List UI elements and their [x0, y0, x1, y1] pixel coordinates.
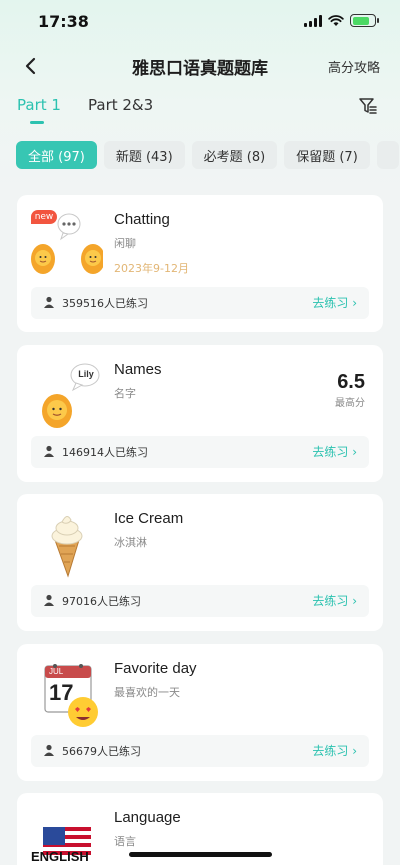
topic-title: Ice Cream [114, 510, 184, 527]
ice-cream-thumbnail-icon [51, 516, 83, 578]
practice-count-bar: 359516人已练习 去练习 › [31, 287, 369, 319]
topic-card-ice-cream[interactable]: Ice Cream 冰淇淋 97016人已练习 去练习 › [17, 494, 383, 631]
filter-icon[interactable] [358, 96, 378, 116]
practice-count: 97016人已练习 [62, 595, 141, 608]
chip-must-test[interactable]: 必考题 (8) [191, 141, 278, 169]
part-tabs: Part 1 Part 2&3 [0, 92, 400, 126]
go-practice-button[interactable]: 去练习 › [312, 294, 357, 311]
status-bar: 17:38 [0, 0, 400, 44]
topic-subtitle: 名字 [114, 387, 136, 400]
topic-subtitle: 闲聊 [114, 237, 136, 250]
practice-count-bar: 146914人已练习 去练习 › [31, 436, 369, 468]
topic-card-chatting[interactable]: new Chatting 闲聊 2023年9-12月 359516人已练习 去练… [17, 195, 383, 332]
chip-more[interactable] [376, 141, 399, 169]
topic-card-favorite-day[interactable]: JUL 17 Favorite day 最喜欢的一天 56679人已练习 去练习… [17, 644, 383, 781]
topic-subtitle: 最喜欢的一天 [114, 686, 180, 699]
tab-part-2-3[interactable]: Part 2&3 [88, 96, 153, 114]
go-practice-button[interactable]: 去练习 › [312, 742, 357, 759]
navigation-bar: 雅思口语真题题库 高分攻略 [0, 44, 400, 88]
status-icons [304, 14, 379, 27]
topic-title: Language [114, 809, 181, 826]
new-badge: new [31, 210, 57, 224]
tab-part-1[interactable]: Part 1 [17, 96, 61, 114]
topic-subtitle: 语言 [114, 835, 136, 848]
chip-all[interactable]: 全部 (97) [16, 141, 97, 169]
topic-title: Chatting [114, 211, 170, 228]
wifi-icon [328, 14, 344, 26]
calendar-day: 17 [49, 680, 74, 705]
topic-title: Favorite day [114, 660, 197, 677]
topic-card-names[interactable]: Lily Names 名字 6.5 最高分 146914人已练习 去练习 › [17, 345, 383, 482]
topic-date: 2023年9-12月 [114, 262, 189, 275]
best-score: 6.5 最高分 [335, 371, 365, 409]
practice-count: 146914人已练习 [62, 446, 148, 459]
go-practice-button[interactable]: 去练习 › [312, 592, 357, 609]
chip-retained[interactable]: 保留题 (7) [284, 141, 370, 169]
english-label: ENGLISH [31, 849, 89, 864]
calendar-month: JUL [49, 667, 64, 676]
topic-title: Names [114, 361, 162, 378]
category-filter-chips: 全部 (97) 新题 (43) 必考题 (8) 保留题 (7) [16, 141, 399, 169]
practice-count-bar: 97016人已练习 去练习 › [31, 585, 369, 617]
person-icon [44, 594, 54, 606]
go-practice-button[interactable]: 去练习 › [312, 443, 357, 460]
name-bubble-text: Lily [78, 369, 94, 379]
practice-count: 359516人已练习 [62, 297, 148, 310]
person-icon [44, 296, 54, 308]
best-score-value: 6.5 [337, 371, 365, 393]
person-icon [44, 445, 54, 457]
best-score-label: 最高分 [335, 398, 365, 409]
topic-subtitle: 冰淇淋 [114, 536, 147, 549]
strategy-link[interactable]: 高分攻略 [328, 57, 380, 76]
home-indicator [129, 852, 272, 857]
practice-count: 56679人已练习 [62, 745, 141, 758]
person-icon [44, 744, 54, 756]
signal-icon [304, 14, 322, 27]
battery-icon [350, 14, 379, 27]
status-time: 17:38 [38, 12, 89, 31]
chip-new[interactable]: 新题 (43) [103, 141, 185, 169]
practice-count-bar: 56679人已练习 去练习 › [31, 735, 369, 767]
active-tab-indicator [30, 121, 44, 124]
